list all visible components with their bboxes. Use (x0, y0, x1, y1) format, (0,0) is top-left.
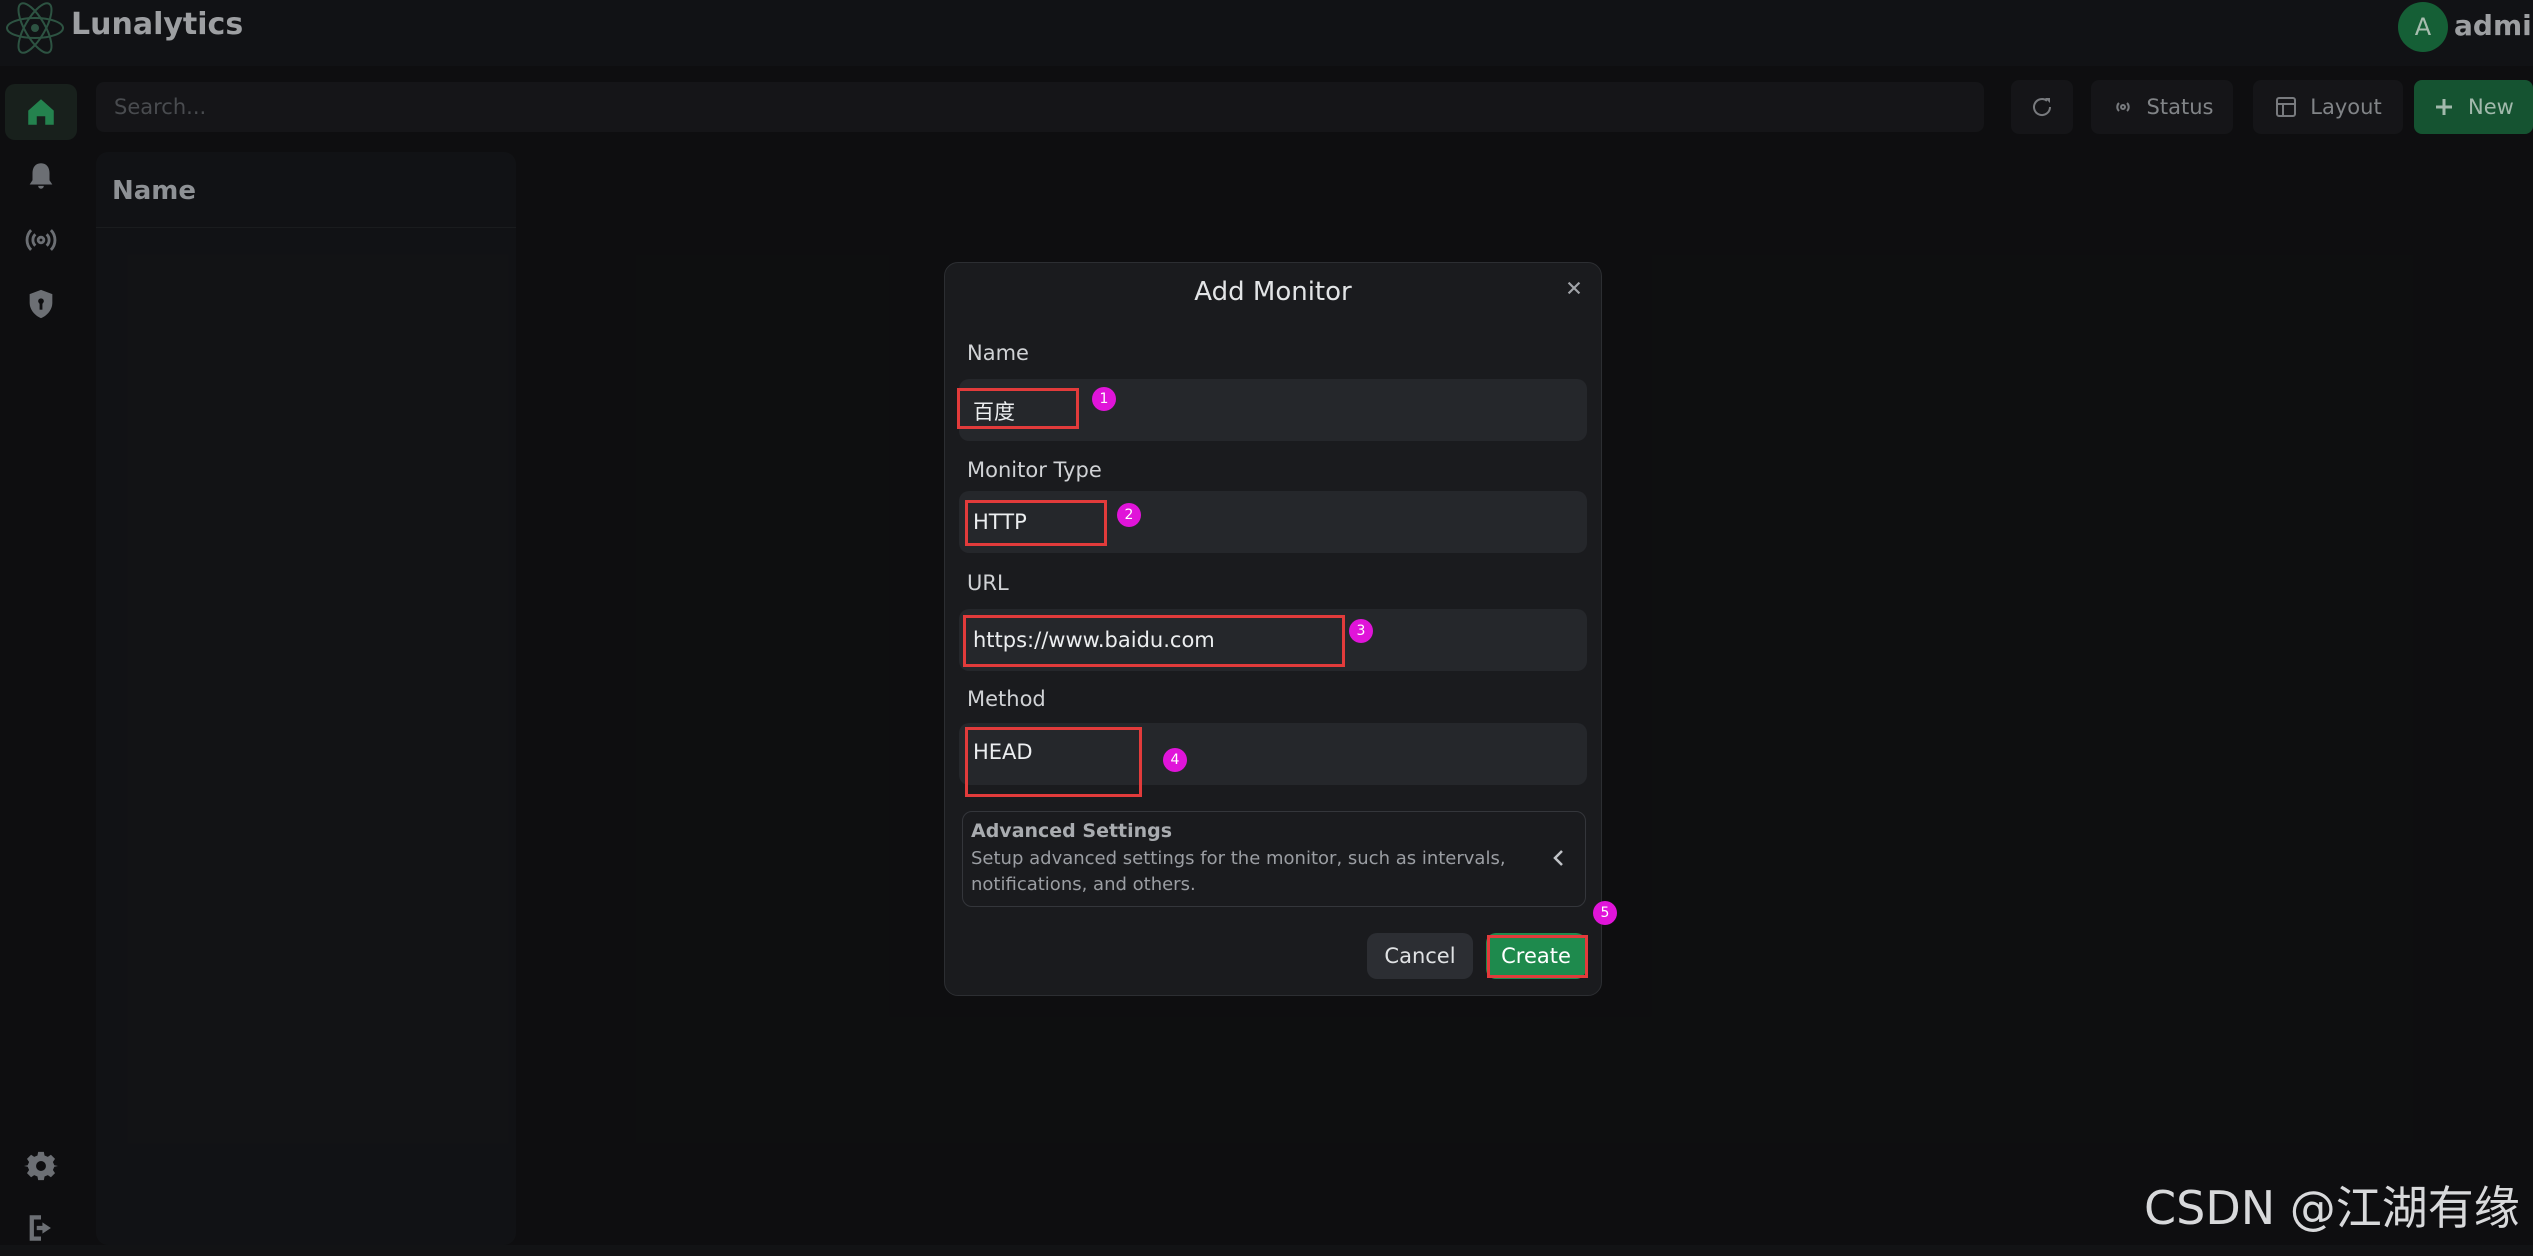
advanced-settings-toggle[interactable]: Advanced Settings Setup advanced setting… (962, 811, 1586, 907)
close-icon[interactable] (1561, 275, 1587, 301)
monitor-type-label: Monitor Type (967, 458, 1102, 482)
highlight-box (963, 615, 1345, 667)
add-monitor-modal: Add Monitor Name 百度 1 Monitor Type HTTP … (944, 262, 1617, 996)
method-label: Method (967, 687, 1046, 711)
chevron-left-icon (1553, 850, 1563, 866)
highlight-box (957, 388, 1079, 429)
highlight-box (965, 727, 1142, 797)
name-label: Name (967, 341, 1029, 365)
advanced-settings-title: Advanced Settings (971, 820, 1173, 842)
url-label: URL (967, 571, 1009, 595)
step-marker: 3 (1349, 619, 1373, 643)
advanced-settings-description: Setup advanced settings for the monitor,… (971, 848, 1506, 895)
step-marker: 5 (1593, 901, 1617, 925)
cancel-button[interactable]: Cancel (1367, 933, 1473, 979)
highlight-box (1487, 935, 1588, 978)
modal-title: Add Monitor (1194, 277, 1352, 307)
step-marker: 2 (1117, 503, 1141, 527)
step-marker: 1 (1092, 387, 1116, 411)
highlight-box (965, 500, 1107, 546)
step-marker: 4 (1163, 748, 1187, 772)
watermark: CSDN @江湖有缘 (2144, 1181, 2520, 1235)
